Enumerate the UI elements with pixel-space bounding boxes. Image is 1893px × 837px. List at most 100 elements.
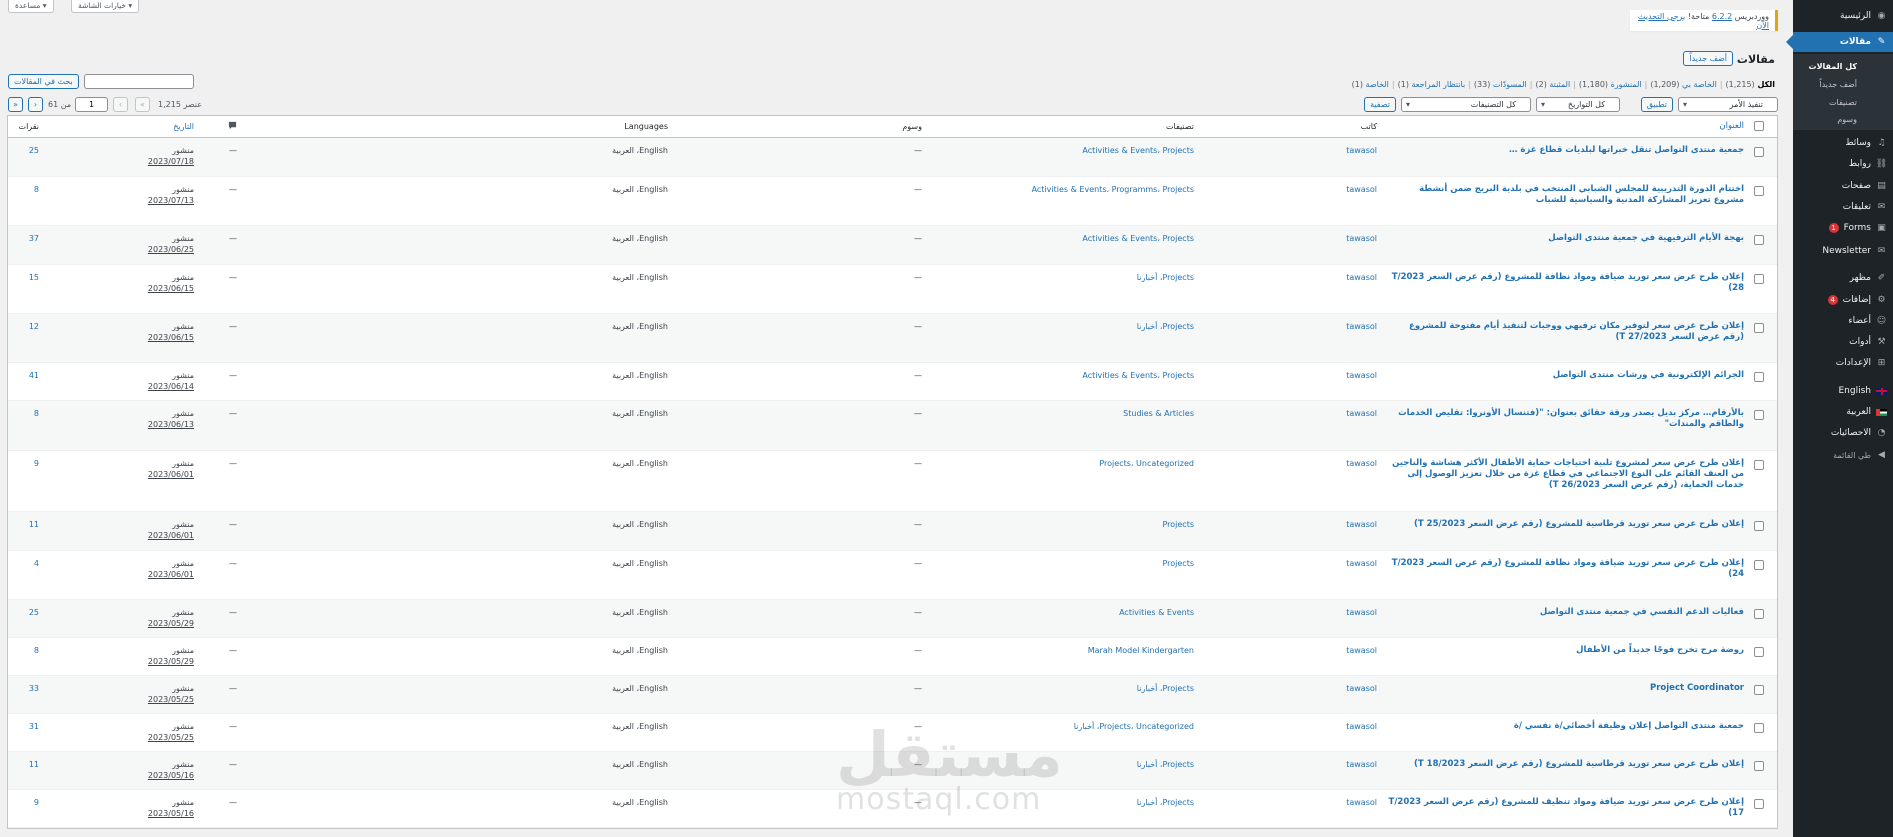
submenu-all-posts[interactable]: كل المقالات [1793, 58, 1893, 74]
status-link[interactable]: المنشورة [1608, 80, 1642, 89]
row-checkbox[interactable] [1754, 799, 1764, 809]
post-author-link[interactable]: tawasol [1346, 683, 1377, 694]
col-title[interactable]: العنوان [1388, 121, 1744, 132]
row-checkbox[interactable] [1754, 186, 1764, 196]
category-filter-select[interactable]: كل التصنيفات [1401, 97, 1531, 112]
post-categories[interactable]: Activities & Events، Projects [974, 233, 1194, 244]
current-page-input[interactable] [75, 97, 108, 112]
submenu-add-new[interactable]: أضف جديداً [1793, 76, 1893, 92]
status-link[interactable]: المسودّات [1490, 80, 1527, 89]
post-author-link[interactable]: tawasol [1346, 408, 1377, 419]
post-views[interactable]: 25 [29, 145, 39, 156]
row-checkbox[interactable] [1754, 147, 1764, 157]
row-checkbox[interactable] [1754, 723, 1764, 733]
post-views[interactable]: 25 [29, 607, 39, 618]
menu-tools[interactable]: أدوات ⚒ [1793, 332, 1893, 352]
add-new-button[interactable]: أضف جديداً [1683, 51, 1733, 66]
post-author-link[interactable]: tawasol [1346, 458, 1377, 469]
post-views[interactable]: 9 [34, 458, 39, 469]
menu-lang-arabic[interactable]: العربية [1793, 402, 1893, 422]
menu-newsletter[interactable]: Newsletter ✉ [1793, 241, 1893, 261]
row-checkbox[interactable] [1754, 410, 1764, 420]
post-author-link[interactable]: tawasol [1346, 272, 1377, 283]
post-title-link[interactable]: إعلان طرح عرض سعر توريد ضيافة ومواد تنظي… [1388, 797, 1744, 819]
row-checkbox[interactable] [1754, 685, 1764, 695]
help-button[interactable]: مساعدة ▾ [8, 0, 54, 13]
post-author-link[interactable]: tawasol [1346, 759, 1377, 770]
post-author-link[interactable]: tawasol [1346, 233, 1377, 244]
post-categories[interactable]: Activities & Events، Projects [974, 370, 1194, 381]
post-views[interactable]: 11 [29, 519, 39, 530]
post-title-link[interactable]: Project Coordinator [1388, 683, 1744, 694]
post-title-link[interactable]: الجرائم الإلكترونية في ورشات منتدى التوا… [1388, 370, 1744, 381]
post-author-link[interactable]: tawasol [1346, 519, 1377, 530]
menu-lang-english[interactable]: English [1793, 381, 1893, 401]
post-categories[interactable]: Projects [974, 519, 1194, 530]
post-categories[interactable]: Studies & Articles [974, 408, 1194, 419]
post-author-link[interactable]: tawasol [1346, 370, 1377, 381]
row-checkbox[interactable] [1754, 323, 1764, 333]
search-input[interactable] [84, 74, 194, 89]
post-title-link[interactable]: إعلان طرح عرض سعر توريد ضيافة ومواد نظاف… [1388, 272, 1744, 294]
status-link[interactable]: المثبتة [1547, 80, 1570, 89]
bulk-action-select[interactable]: تنفيذ الأمر [1678, 97, 1778, 112]
post-title-link[interactable]: بالأرقام… مركز بديل يصدر ورقة حقائق بعنو… [1388, 408, 1744, 430]
post-views[interactable]: 12 [29, 321, 39, 332]
post-views[interactable]: 11 [29, 759, 39, 770]
menu-settings[interactable]: الإعدادات ⊞ [1793, 353, 1893, 373]
menu-media[interactable]: وسائط ♫ [1793, 133, 1893, 153]
post-title-link[interactable]: إعلان طرح عرض سعر لتوفير مكان ترفيهي ووج… [1388, 321, 1744, 343]
post-views[interactable]: 8 [34, 645, 39, 656]
post-title-link[interactable]: فعاليات الدعم النفسي في جمعية منتدى التو… [1388, 607, 1744, 618]
post-author-link[interactable]: tawasol [1346, 145, 1377, 156]
post-author-link[interactable]: tawasol [1346, 797, 1377, 808]
post-views[interactable]: 9 [34, 797, 39, 808]
post-categories[interactable]: Projects، أخبارنا [974, 272, 1194, 283]
menu-collapse[interactable]: طي القائمة ◀ [1793, 445, 1893, 465]
post-categories[interactable]: Projects، أخبارنا [974, 683, 1194, 694]
row-checkbox[interactable] [1754, 761, 1764, 771]
row-checkbox[interactable] [1754, 647, 1764, 657]
post-title-link[interactable]: إعلان طرح عرض سعر توريد قرطاسية للمشروع … [1388, 759, 1744, 770]
post-views[interactable]: 31 [29, 721, 39, 732]
post-categories[interactable]: Activities & Events [974, 607, 1194, 618]
post-author-link[interactable]: tawasol [1346, 721, 1377, 732]
post-title-link[interactable]: إعلان طرح عرض سعر توريد قرطاسية للمشروع … [1388, 519, 1744, 530]
status-link[interactable]: الخاصة بي [1679, 80, 1717, 89]
menu-posts[interactable]: مقالات ✎ [1786, 32, 1893, 52]
last-page-button[interactable]: » [8, 97, 23, 112]
comments-column-icon[interactable] [228, 121, 237, 133]
post-categories[interactable]: Projects، أخبارنا [974, 321, 1194, 332]
post-title-link[interactable]: جمعية منتدى التواصل إعلان وظيفة أخصائي/ة… [1388, 721, 1744, 732]
screen-options-button[interactable]: خيارات الشاشة ▾ [71, 0, 140, 13]
post-title-link[interactable]: روضة مرح تخرج فوجًا جديداً من الأطفال [1388, 645, 1744, 656]
post-title-link[interactable]: اختتام الدورة التدريبية للمجلس الشبابي ا… [1388, 184, 1744, 206]
status-link[interactable]: الخاصة [1363, 80, 1389, 89]
post-views[interactable]: 37 [29, 233, 39, 244]
first-page-button[interactable]: « [135, 97, 150, 112]
menu-comments[interactable]: تعليقات ✉ [1793, 197, 1893, 217]
post-views[interactable]: 8 [34, 408, 39, 419]
post-views[interactable]: 33 [29, 683, 39, 694]
post-author-link[interactable]: tawasol [1346, 184, 1377, 195]
search-posts-button[interactable]: بحث في المقالات [8, 74, 79, 89]
notice-version-link[interactable]: 6.2.2 [1712, 12, 1732, 21]
row-checkbox[interactable] [1754, 274, 1764, 284]
post-title-link[interactable]: إعلان طرح عرض سعر لمشروع تلبية احتياجات … [1388, 458, 1744, 491]
post-views[interactable]: 8 [34, 184, 39, 195]
status-link[interactable]: الكل [1755, 80, 1775, 89]
status-link[interactable]: بانتظار المراجعة [1409, 80, 1465, 89]
menu-plugins[interactable]: 4 إضافات ⚙ [1793, 290, 1893, 310]
menu-dashboard[interactable]: الرئيسية ◉ [1793, 6, 1893, 26]
menu-users[interactable]: أعضاء ☺ [1793, 311, 1893, 331]
menu-pages[interactable]: صفحات ▤ [1793, 176, 1893, 196]
menu-statistics[interactable]: الاحصائيات ◔ [1793, 423, 1893, 443]
filter-button[interactable]: تصفية [1364, 97, 1396, 112]
post-author-link[interactable]: tawasol [1346, 321, 1377, 332]
row-checkbox[interactable] [1754, 372, 1764, 382]
prev-page-button[interactable]: ‹ [113, 97, 128, 112]
post-title-link[interactable]: بهجة الأيام الترفيهية في جمعية منتدى الت… [1388, 233, 1744, 244]
row-checkbox[interactable] [1754, 521, 1764, 531]
row-checkbox[interactable] [1754, 609, 1764, 619]
menu-forms[interactable]: 1 Forms ▣ [1793, 218, 1893, 238]
